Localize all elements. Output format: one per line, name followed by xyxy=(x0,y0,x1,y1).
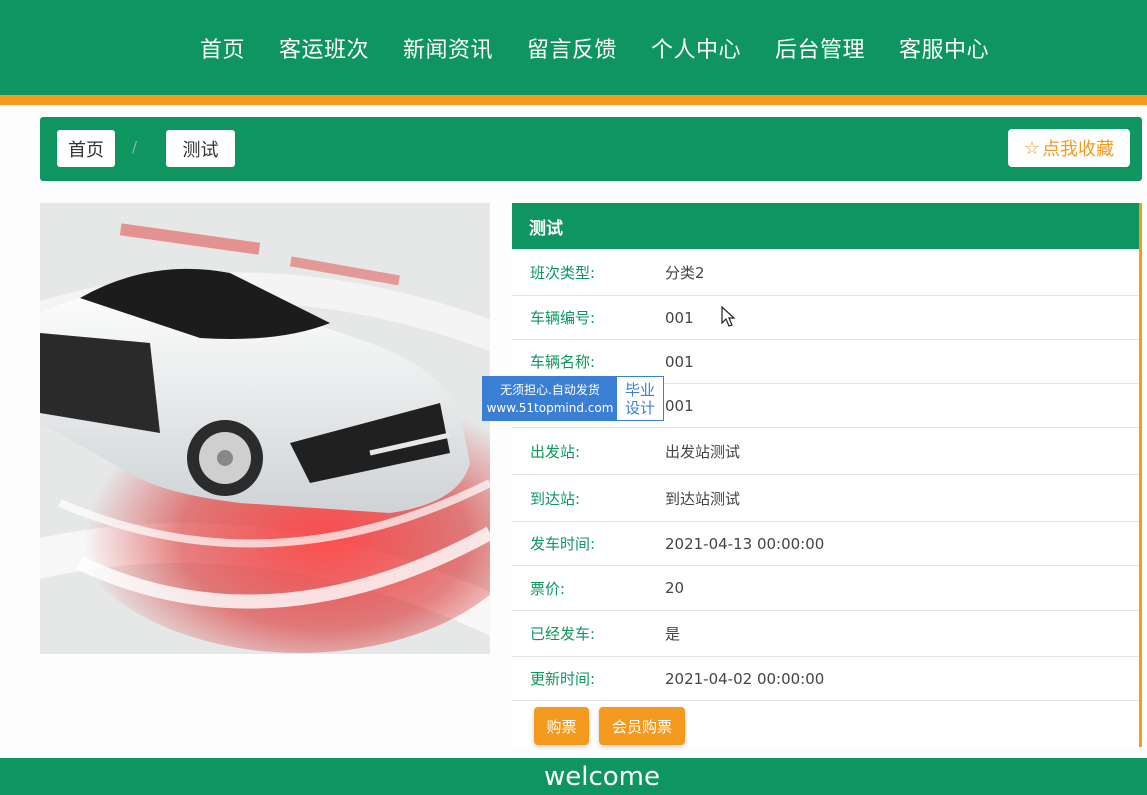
top-navigation: 首页 客运班次 新闻资讯 留言反馈 个人中心 后台管理 客服中心 xyxy=(0,0,1147,95)
row-value: 分类2 xyxy=(665,263,705,282)
detail-row: 到达站: 到达站测试 xyxy=(512,475,1139,522)
detail-row: 发车时间: 2021-04-13 00:00:00 xyxy=(512,522,1139,566)
row-value: 001 xyxy=(665,308,694,327)
schedule-detail-panel: 测试 班次类型: 分类2 车辆编号: 001 车辆名称: 001 001 出发站… xyxy=(512,203,1142,747)
vehicle-image xyxy=(40,203,490,654)
breadcrumb-separator: / xyxy=(132,138,138,156)
favorite-label: 点我收藏 xyxy=(1042,139,1115,160)
row-value: 到达站测试 xyxy=(665,489,741,508)
nav-item-admin[interactable]: 后台管理 xyxy=(775,32,865,64)
row-label: 票价: xyxy=(530,579,566,598)
row-label: 发车时间: xyxy=(530,535,596,553)
row-label: 已经发车: xyxy=(530,625,596,643)
row-value: 2021-04-02 00:00:00 xyxy=(665,669,825,688)
watermark-overlay: 无须担心.自动发货 www.51topmind.com 毕业 设计 xyxy=(482,376,664,421)
detail-row: 班次类型: 分类2 xyxy=(512,249,1139,296)
detail-row: 更新时间: 2021-04-02 00:00:00 xyxy=(512,657,1139,701)
row-label: 到达站: xyxy=(530,489,581,508)
mouse-cursor-icon xyxy=(721,306,736,327)
nav-item-feedback[interactable]: 留言反馈 xyxy=(527,32,617,64)
action-buttons: 购票 会员购票 xyxy=(534,707,685,745)
breadcrumb-home[interactable]: 首页 xyxy=(57,130,115,167)
watermark-line1: 无须担心.自动发货 xyxy=(500,382,600,397)
breadcrumb: 首页 / 测试 ☆ 点我收藏 xyxy=(40,117,1142,181)
detail-row: 票价: 20 xyxy=(512,566,1139,611)
row-value: 出发站测试 xyxy=(665,442,741,461)
row-value: 2021-04-13 00:00:00 xyxy=(665,534,825,553)
watermark-side1: 毕业 xyxy=(624,380,655,399)
row-label: 班次类型: xyxy=(530,263,596,282)
star-outline-icon: ☆ xyxy=(1023,137,1041,159)
buy-ticket-button[interactable]: 购票 xyxy=(534,707,589,745)
row-value: 20 xyxy=(665,579,685,597)
watermark-side: 毕业 设计 xyxy=(617,377,663,420)
detail-row: 车辆编号: 001 xyxy=(512,296,1139,340)
row-value: 是 xyxy=(665,625,681,643)
accent-divider xyxy=(0,95,1147,105)
watermark-text: 无须担心.自动发货 www.51topmind.com xyxy=(483,377,617,420)
detail-title: 测试 xyxy=(512,203,1139,249)
detail-row: 已经发车: 是 xyxy=(512,611,1139,657)
nav-item-news[interactable]: 新闻资讯 xyxy=(403,32,493,64)
member-buy-button[interactable]: 会员购票 xyxy=(599,707,685,745)
row-value: 001 xyxy=(665,352,694,371)
nav-item-profile[interactable]: 个人中心 xyxy=(651,32,741,64)
footer-text: welcome xyxy=(543,761,660,792)
watermark-side2: 设计 xyxy=(624,398,655,417)
row-label: 更新时间: xyxy=(530,670,596,688)
row-label: 出发站: xyxy=(530,442,581,461)
row-value: 001 xyxy=(665,396,694,415)
nav-item-service[interactable]: 客服中心 xyxy=(899,32,989,64)
watermark-line2: www.51topmind.com xyxy=(486,400,614,415)
footer: welcome xyxy=(0,758,1147,795)
nav-item-home[interactable]: 首页 xyxy=(200,32,245,64)
detail-row: 出发站: 出发站测试 xyxy=(512,428,1139,475)
row-label: 车辆编号: xyxy=(530,309,596,327)
row-label: 车辆名称: xyxy=(530,353,596,371)
nav-item-schedules[interactable]: 客运班次 xyxy=(279,32,369,64)
favorite-button[interactable]: ☆ 点我收藏 xyxy=(1008,129,1130,167)
breadcrumb-current: 测试 xyxy=(166,130,235,167)
